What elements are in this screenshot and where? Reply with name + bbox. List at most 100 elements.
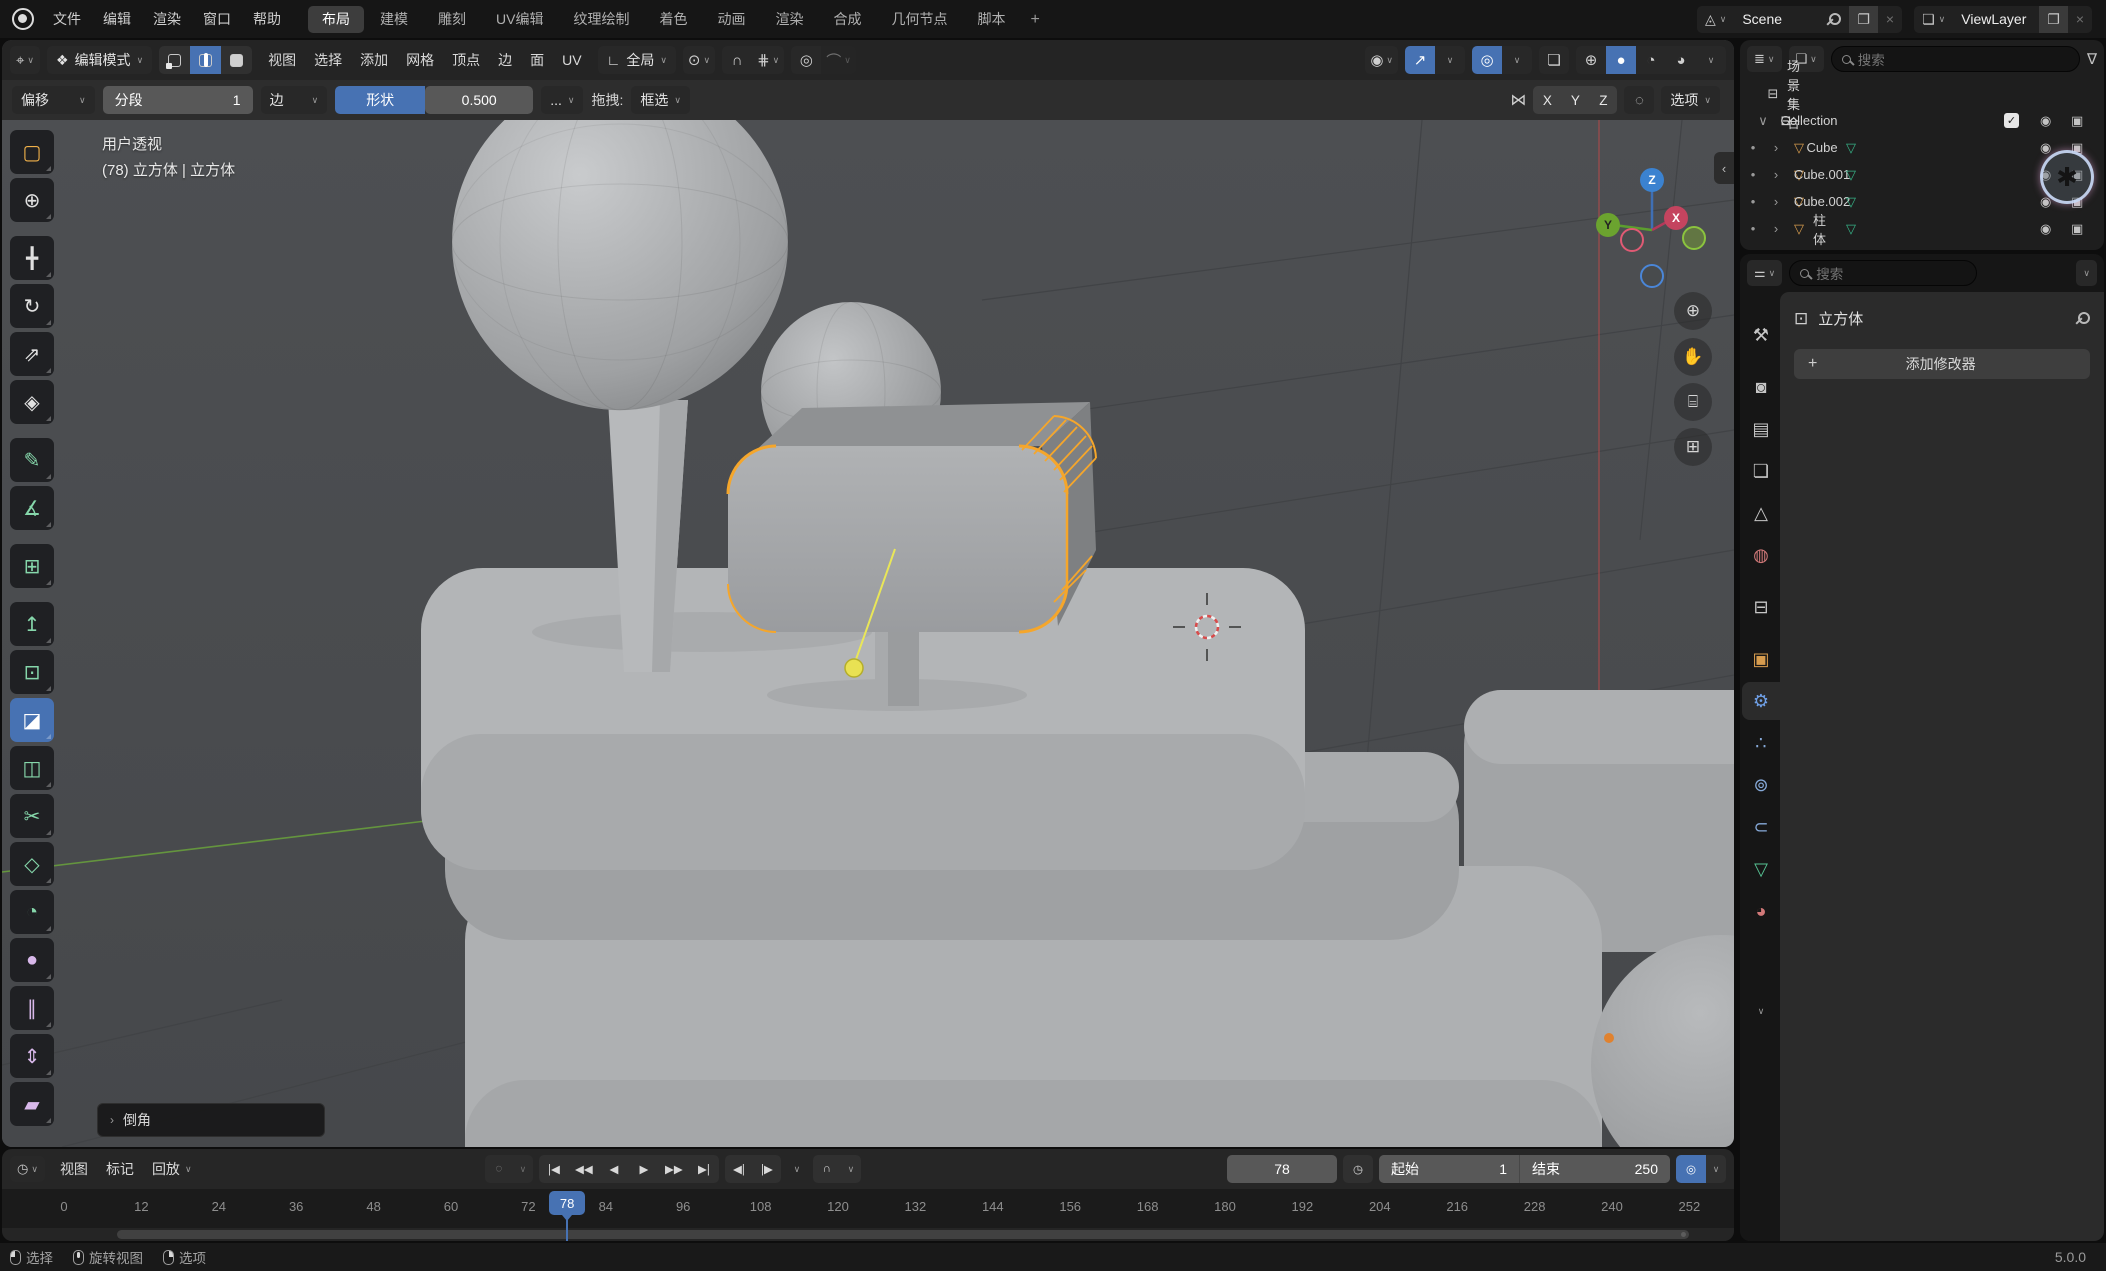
wireframe-shading-button[interactable]: ⊕	[1576, 46, 1606, 74]
timeline-scrollbar[interactable]	[2, 1228, 1734, 1241]
shape-toggle[interactable]: 形状	[335, 86, 425, 114]
scale-tool[interactable]: ⇗	[10, 332, 54, 376]
rendered-shading-button[interactable]: ◕	[1666, 46, 1696, 74]
navigation-axis-gizmo[interactable]: Z X Y	[1582, 168, 1712, 298]
extrude-tool[interactable]: ↥	[10, 602, 54, 646]
outliner-search-input[interactable]: 搜索	[1831, 46, 2080, 72]
current-frame-field[interactable]: 78	[1227, 1155, 1337, 1183]
workspace-tab-雕刻[interactable]: 雕刻	[424, 6, 480, 33]
outliner-row-partial[interactable]: •›▽▽◉▣	[1740, 242, 2104, 250]
workspace-tab-渲染[interactable]: 渲染	[761, 6, 817, 33]
menu-渲染[interactable]: 渲染	[142, 0, 192, 38]
operator-panel-bevel[interactable]: › 倒角	[97, 1103, 325, 1137]
scene-3d-view[interactable]	[2, 120, 1734, 1147]
mirror-z-button[interactable]: Z	[1589, 86, 1617, 114]
sidebar-collapse-arrow[interactable]: ‹	[1714, 152, 1734, 184]
object-visibility-selector[interactable]: ◉∨	[1365, 46, 1398, 74]
add-workspace-button[interactable]: +	[1021, 6, 1048, 33]
gizmo-neg-y-axis[interactable]	[1682, 226, 1706, 250]
playhead[interactable]: 78	[549, 1191, 585, 1215]
more-tabs-chevron[interactable]: ∨	[1742, 992, 1780, 1030]
properties-options-dropdown[interactable]: ∨	[2076, 260, 2097, 286]
timeline-overlays-toggle[interactable]: ◎	[1676, 1155, 1706, 1183]
delete-scene-icon[interactable]: ×	[1878, 6, 1902, 33]
orthographic-toggle-button[interactable]: ⊞	[1674, 428, 1712, 466]
timeline-menu-回放[interactable]: 回放∨	[143, 1159, 201, 1179]
tool-tab[interactable]: ⚒	[1742, 316, 1780, 354]
rotate-tool[interactable]: ↻	[10, 284, 54, 328]
zoom-button[interactable]: ⊕	[1674, 292, 1712, 330]
frame-step-dropdown[interactable]: ∨	[787, 1155, 807, 1183]
inset-faces-tool[interactable]: ⊡	[10, 650, 54, 694]
segments-field[interactable]: 分段 1	[103, 86, 253, 114]
jump-to-start-button[interactable]: |◀	[539, 1155, 569, 1183]
vertex-select-mode-button[interactable]	[159, 46, 190, 74]
workspace-tab-UV编辑[interactable]: UV编辑	[482, 6, 557, 33]
menu-帮助[interactable]: 帮助	[242, 0, 292, 38]
auto-keying-toggle[interactable]: ◌	[485, 1155, 513, 1183]
offset-type-selector[interactable]: 偏移∨	[12, 86, 95, 114]
outliner-row-Collection[interactable]: ∨⊟Collection✓◉▣	[1740, 107, 2104, 134]
gizmo-x-axis[interactable]: X	[1664, 206, 1688, 230]
snap-toggle[interactable]: ∩	[722, 46, 752, 74]
jump-to-end-button[interactable]: ▶|	[689, 1155, 719, 1183]
viewport-menu-面[interactable]: 面	[521, 40, 553, 80]
shape-value-field[interactable]: 0.500	[425, 86, 533, 114]
outliner-editor-type-button[interactable]: ≣∨	[1747, 46, 1782, 72]
timeline-menu-标记[interactable]: 标记	[97, 1159, 143, 1179]
move-tool[interactable]: ╋	[10, 236, 54, 280]
timeline-menu-视图[interactable]: 视图	[51, 1159, 97, 1179]
edge-select-mode-button[interactable]	[190, 46, 221, 74]
edge-slide-tool[interactable]: ∥	[10, 986, 54, 1030]
viewport-menu-选择[interactable]: 选择	[305, 40, 351, 80]
viewport-menu-视图[interactable]: 视图	[259, 40, 305, 80]
mirror-y-button[interactable]: Y	[1561, 86, 1589, 114]
playback-sync-dropdown[interactable]: ∨	[841, 1155, 861, 1183]
frame-end-field[interactable]: 结束250	[1520, 1155, 1670, 1183]
eye-icon[interactable]: ◉	[2040, 113, 2051, 129]
loop-cut-tool[interactable]: ◫	[10, 746, 54, 790]
more-options-selector[interactable]: ...∨	[541, 86, 583, 114]
transform-orientation-selector[interactable]: ∟全局∨	[598, 46, 676, 74]
gizmo-neg-z-axis[interactable]	[1640, 264, 1664, 288]
workspace-tab-几何节点[interactable]: 几何节点	[877, 6, 961, 33]
new-viewlayer-icon[interactable]: ❐	[2039, 6, 2068, 33]
spin-tool[interactable]: ◔	[10, 890, 54, 934]
pivot-point-selector[interactable]: ⊙∨	[683, 46, 715, 74]
select-box-tool[interactable]: ▢	[10, 130, 54, 174]
viewport-menu-添加[interactable]: 添加	[351, 40, 397, 80]
scene-selector[interactable]: ◬∨ Scene ❐ ×	[1697, 6, 1902, 33]
modifiers-tab[interactable]: ⚙	[1742, 682, 1780, 720]
camera-view-button[interactable]: ⌸	[1674, 383, 1712, 421]
scene-icon[interactable]: ◬∨	[1697, 6, 1734, 33]
new-scene-icon[interactable]: ❐	[1849, 6, 1878, 33]
workspace-tab-纹理绘制[interactable]: 纹理绘制	[559, 6, 643, 33]
viewlayer-selector[interactable]: ❏∨ ViewLayer ❐ ×	[1914, 6, 2092, 33]
properties-search-input[interactable]: 搜索	[1789, 260, 1977, 286]
workspace-tab-合成[interactable]: 合成	[819, 6, 875, 33]
prev-keyframe-button[interactable]: ◀◀	[569, 1155, 599, 1183]
gizmo-z-axis[interactable]: Z	[1640, 168, 1664, 192]
world-tab[interactable]: ◍	[1742, 536, 1780, 574]
cursor-tool[interactable]: ⊕	[10, 178, 54, 222]
smooth-tool[interactable]: ●	[10, 938, 54, 982]
viewport-menu-UV[interactable]: UV	[553, 40, 590, 80]
auto-keying-dropdown[interactable]: ∨	[513, 1155, 533, 1183]
menu-文件[interactable]: 文件	[42, 0, 92, 38]
shrink-fatten-tool[interactable]: ⇕	[10, 1034, 54, 1078]
knife-tool[interactable]: ✂	[10, 794, 54, 838]
proportional-editing-toggle[interactable]: ◎	[791, 46, 821, 74]
render-tab[interactable]: ◙	[1742, 368, 1780, 406]
scene-name[interactable]: Scene	[1734, 6, 1820, 33]
properties-editor-type-button[interactable]: ⚌∨	[1747, 260, 1782, 286]
scene-tab[interactable]: △	[1742, 494, 1780, 532]
gizmo-y-axis[interactable]: Y	[1596, 213, 1620, 237]
camera-icon[interactable]: ▣	[2071, 221, 2083, 237]
mode-selector[interactable]: ❖编辑模式∨	[47, 46, 152, 74]
gizmos-toggle[interactable]: ↗	[1405, 46, 1435, 74]
mirror-x-button[interactable]: X	[1533, 86, 1561, 114]
camera-icon[interactable]: ▣	[2071, 248, 2083, 251]
use-preview-range-toggle[interactable]: ◷	[1343, 1155, 1373, 1183]
object-tab[interactable]: ▣	[1742, 640, 1780, 678]
xray-toggle[interactable]: ❏	[1539, 46, 1569, 74]
